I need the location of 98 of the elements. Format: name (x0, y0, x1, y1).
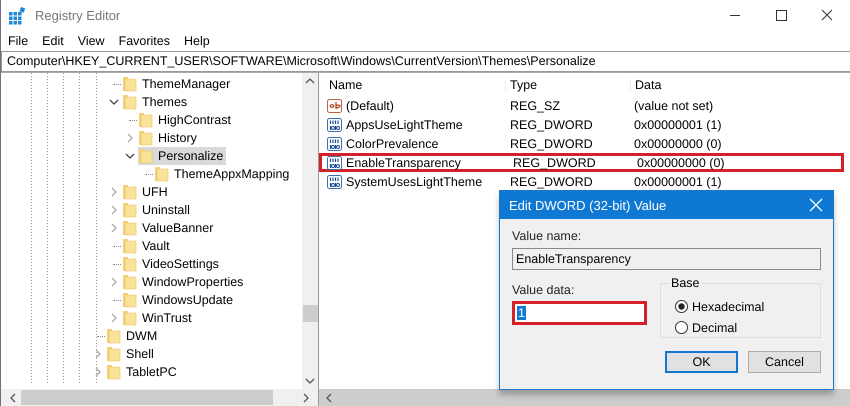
table-cell: REG_SZ (510, 98, 560, 112)
value-data-field[interactable]: 1 (512, 301, 647, 325)
tree-item[interactable]: WinTrust (122, 309, 195, 327)
tree-item[interactable]: Uninstall (122, 201, 193, 219)
dialog-title: Edit DWORD (32-bit) Value (509, 198, 666, 212)
tree-item[interactable]: ThemeManager (122, 75, 234, 93)
binary-value-icon (327, 136, 343, 152)
table-cell: 0x00000000 (0) (637, 156, 725, 170)
string-value-icon (327, 98, 343, 114)
tree-item[interactable]: History (138, 129, 200, 147)
folder-icon (122, 76, 137, 92)
folder-icon (138, 112, 153, 128)
chevron-right-icon[interactable] (110, 313, 118, 323)
table-cell: (value not set) (634, 98, 714, 112)
tree-item[interactable]: HighContrast (138, 111, 234, 129)
column-header[interactable]: Type (506, 78, 631, 92)
table-cell: 0x00000001 (1) (634, 118, 722, 132)
folder-icon (122, 238, 137, 254)
table-cell: EnableTransparency (346, 156, 461, 170)
table-cell: (Default) (346, 98, 394, 112)
table-cell: AppsUseLightTheme (346, 118, 463, 132)
table-cell: 0x00000000 (0) (634, 136, 722, 150)
tree-item[interactable]: Themes (122, 93, 190, 111)
chevron-right-icon[interactable] (110, 205, 118, 215)
binary-value-icon (327, 154, 343, 170)
menu-item[interactable]: View (78, 34, 105, 48)
folder-icon (122, 274, 137, 290)
cancel-button[interactable]: Cancel (748, 351, 821, 373)
tree-item[interactable]: TabletPC (106, 363, 180, 381)
folder-icon (122, 310, 137, 326)
tree-item[interactable]: Vault (122, 237, 173, 255)
radio-button[interactable] (675, 321, 688, 334)
horizontal-scrollbar[interactable] (1, 389, 318, 406)
tree-item[interactable]: WindowProperties (122, 273, 246, 291)
tree-item[interactable]: ThemeAppxMapping (154, 165, 292, 183)
value-name-field[interactable]: EnableTransparency (512, 248, 821, 270)
vertical-scrollbar[interactable] (302, 73, 318, 389)
table-cell: REG_DWORD (513, 156, 596, 170)
folder-icon (106, 328, 121, 344)
tree-item[interactable]: VideoSettings (122, 255, 222, 273)
scroll-up-icon[interactable] (305, 77, 315, 85)
chevron-right-icon[interactable] (94, 349, 102, 359)
binary-value-icon (327, 174, 343, 190)
chevron-down-icon[interactable] (125, 152, 135, 160)
horizontal-scrollbar[interactable] (319, 389, 850, 406)
address-bar[interactable]: Computer\HKEY_CURRENT_USER\SOFTWARE\Microsoft\Windows\CurrentVersion\Themes\Personalize (1, 51, 850, 72)
scrollbar-thumb[interactable] (21, 390, 273, 405)
tree-item[interactable]: Shell (106, 345, 157, 363)
scroll-left-icon[interactable] (325, 392, 333, 402)
folder-icon (122, 202, 137, 218)
table-cell: REG_DWORD (510, 174, 593, 188)
folder-icon (122, 220, 137, 236)
binary-value-icon (327, 116, 343, 132)
table-cell: ColorPrevalence (346, 136, 438, 150)
column-header[interactable]: Name (319, 78, 506, 92)
table-cell: 0x00000001 (1) (634, 174, 722, 188)
scrollbar-thumb[interactable] (302, 305, 318, 322)
folder-icon (122, 256, 137, 272)
chevron-right-icon[interactable] (94, 367, 102, 377)
table-cell: REG_DWORD (510, 118, 593, 132)
tree-item[interactable]: UFH (122, 183, 171, 201)
chevron-right-icon[interactable] (126, 133, 134, 143)
menu-item[interactable]: File (8, 34, 28, 48)
window-title: Registry Editor (35, 8, 122, 23)
folder-icon (154, 166, 169, 182)
field-label: Value name: (512, 229, 582, 243)
group-label: Base (669, 276, 702, 290)
folder-icon (122, 184, 137, 200)
ok-button[interactable]: OK (665, 351, 738, 373)
tree-item[interactable]: DWM (106, 327, 160, 345)
menu-item[interactable]: Edit (42, 34, 64, 48)
radio-button[interactable] (675, 300, 688, 313)
close-icon[interactable] (809, 198, 823, 212)
folder-icon (138, 130, 153, 146)
registry-icon (8, 6, 26, 24)
scroll-right-icon[interactable] (302, 392, 310, 402)
chevron-right-icon[interactable] (110, 277, 118, 287)
tree-item[interactable]: ValueBanner (122, 219, 216, 237)
folder-icon (106, 346, 121, 362)
tree-item[interactable]: Personalize (138, 147, 226, 165)
radio-label[interactable]: Decimal (692, 320, 738, 334)
scroll-left-icon[interactable] (9, 392, 17, 402)
folder-icon (122, 94, 137, 110)
chevron-right-icon[interactable] (110, 187, 118, 197)
chevron-down-icon[interactable] (109, 98, 119, 106)
column-header[interactable]: Data (631, 78, 850, 92)
folder-icon (138, 148, 153, 164)
tree-item[interactable]: WindowsUpdate (122, 291, 236, 309)
folder-icon (106, 364, 121, 380)
scroll-down-icon[interactable] (305, 377, 315, 385)
menu-item[interactable]: Favorites (118, 34, 170, 48)
chevron-right-icon[interactable] (110, 223, 118, 233)
table-cell: SystemUsesLightTheme (346, 174, 482, 188)
table-cell: REG_DWORD (510, 136, 593, 150)
menu-item[interactable]: Help (184, 34, 210, 48)
radio-label[interactable]: Hexadecimal (692, 300, 764, 314)
folder-icon (122, 292, 137, 308)
field-label: Value data: (512, 283, 576, 297)
